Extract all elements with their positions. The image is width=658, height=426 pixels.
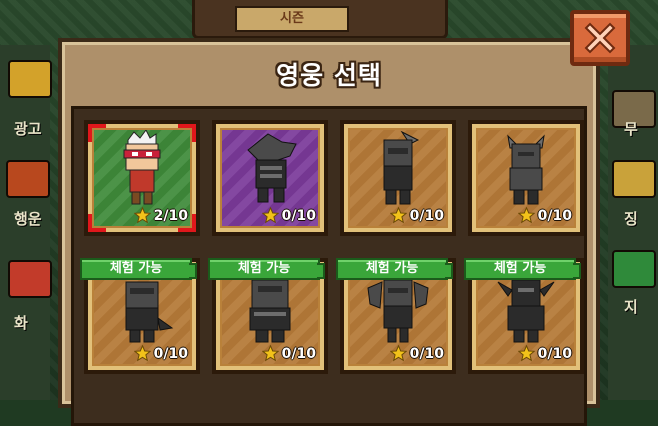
hero-portrait — [494, 130, 558, 214]
background-right-icon-2 — [612, 160, 656, 198]
background-ad-icon — [8, 60, 52, 98]
dialog-title: 영웅 선택 — [276, 61, 382, 90]
selection-corner — [178, 124, 196, 142]
season-tab-label: 시즌 — [235, 6, 349, 32]
background-right-label-3: 지 — [624, 298, 638, 316]
star-icon — [133, 345, 151, 362]
hero-portrait — [110, 268, 174, 352]
trial-available-badge: 체험 가능 — [208, 258, 325, 280]
hero-level-text: 0/10 — [281, 345, 316, 362]
background-left-label-2: 행운 — [14, 210, 42, 228]
star-icon — [133, 207, 151, 224]
hero-level-text: 0/10 — [537, 345, 572, 362]
hero-level: 0/10 — [261, 207, 316, 224]
background-event-icon — [8, 260, 52, 298]
hero-portrait — [366, 130, 430, 214]
hero-card[interactable]: 0/10 — [340, 120, 456, 236]
hero-level: 0/10 — [389, 345, 444, 362]
hero-level-text: 0/10 — [153, 345, 188, 362]
background-right-label-1: 무 — [624, 120, 638, 138]
background-clover-icon — [612, 250, 656, 288]
star-icon — [517, 345, 535, 362]
star-icon — [517, 207, 535, 224]
selection-corner — [88, 214, 106, 232]
background-right-label-2: 징 — [624, 210, 638, 228]
hero-card[interactable]: 2/10 — [84, 120, 200, 236]
hero-level: 0/10 — [389, 207, 444, 224]
star-icon — [389, 345, 407, 362]
close-button[interactable] — [570, 10, 630, 66]
star-icon — [261, 207, 279, 224]
selection-corner — [178, 214, 196, 232]
background-left-label-1: 광고 — [14, 120, 42, 138]
star-icon — [261, 345, 279, 362]
star-icon — [389, 207, 407, 224]
hero-portrait — [238, 268, 302, 352]
hero-level-text: 0/10 — [537, 207, 572, 224]
hero-level-text: 0/10 — [409, 207, 444, 224]
hero-level-text: 0/10 — [409, 345, 444, 362]
selection-corner — [88, 124, 106, 142]
hero-card[interactable]: 0/10 — [212, 120, 328, 236]
trial-available-badge: 체험 가능 — [464, 258, 581, 280]
hero-portrait — [238, 130, 302, 214]
trial-available-badge: 체험 가능 — [80, 258, 197, 280]
hero-portrait — [366, 268, 430, 352]
hero-portrait — [494, 268, 558, 352]
trial-available-badge: 체험 가능 — [336, 258, 453, 280]
close-x-icon — [584, 22, 616, 54]
background-luck-icon — [6, 160, 50, 198]
hero-portrait — [110, 129, 174, 214]
hero-level: 0/10 — [517, 345, 572, 362]
background-left-label-3: 화 — [14, 314, 28, 332]
hero-card[interactable]: 0/10 — [468, 120, 584, 236]
hero-level: 0/10 — [133, 345, 188, 362]
hero-level: 0/10 — [517, 207, 572, 224]
background-season-tab: 시즌 — [192, 0, 448, 39]
hero-level-text: 0/10 — [281, 207, 316, 224]
hero-level: 0/10 — [261, 345, 316, 362]
